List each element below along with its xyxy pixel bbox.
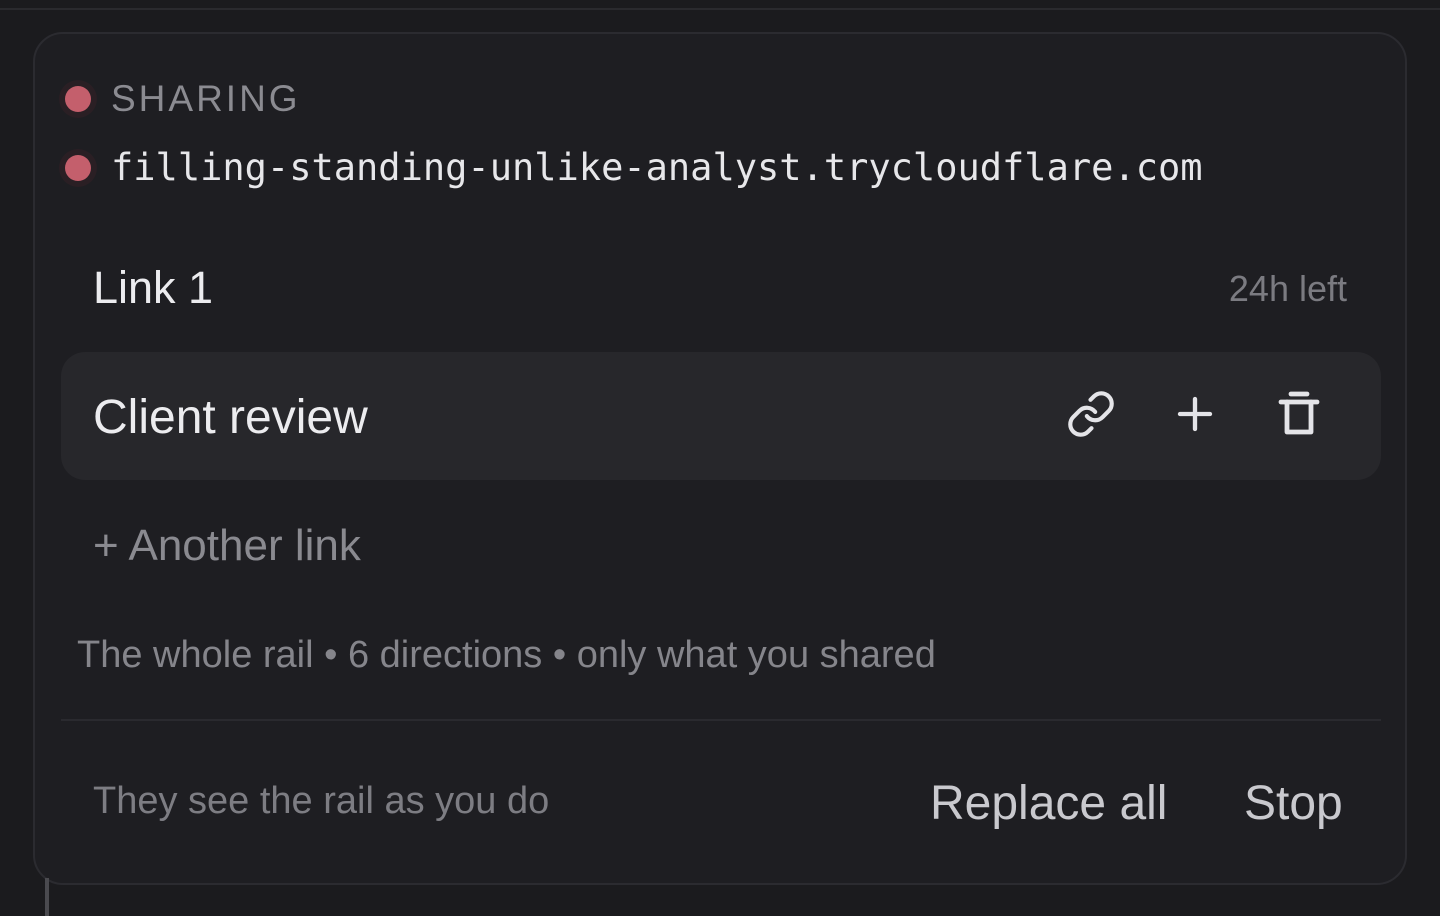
share-panel: SHARING filling-standing-unlike-analyst.… — [33, 32, 1407, 885]
trash-icon — [1278, 391, 1320, 435]
link-expiry: 24h left — [1228, 268, 1347, 309]
sharing-status-label: SHARING — [111, 78, 301, 119]
plus-icon — [1177, 396, 1213, 432]
sharing-status-dot — [65, 86, 91, 112]
footer-note: They see the rail as you do — [93, 780, 550, 822]
footer-divider — [61, 719, 1381, 721]
link-card-title: Client review — [93, 391, 368, 444]
copy-link-button[interactable] — [1059, 382, 1123, 446]
add-another-link-button[interactable]: + Another link — [93, 521, 361, 571]
add-to-link-button[interactable] — [1163, 382, 1227, 446]
share-url-row[interactable]: filling-standing-unlike-analyst.trycloud… — [65, 146, 1203, 189]
rail-line — [45, 878, 49, 916]
share-url[interactable]: filling-standing-unlike-analyst.trycloud… — [111, 146, 1203, 189]
link-icon — [1068, 391, 1114, 437]
stop-sharing-button[interactable]: Stop — [1244, 776, 1343, 831]
replace-all-button[interactable]: Replace all — [930, 776, 1167, 831]
delete-link-button[interactable] — [1267, 382, 1331, 446]
link-name: Link 1 — [93, 262, 214, 313]
sharing-status-row: SHARING — [65, 78, 301, 120]
share-summary: The whole rail • 6 directions • only wha… — [77, 634, 936, 676]
link-card[interactable]: Client review — [61, 352, 1381, 480]
url-status-dot — [65, 154, 91, 181]
top-border — [0, 0, 1440, 10]
